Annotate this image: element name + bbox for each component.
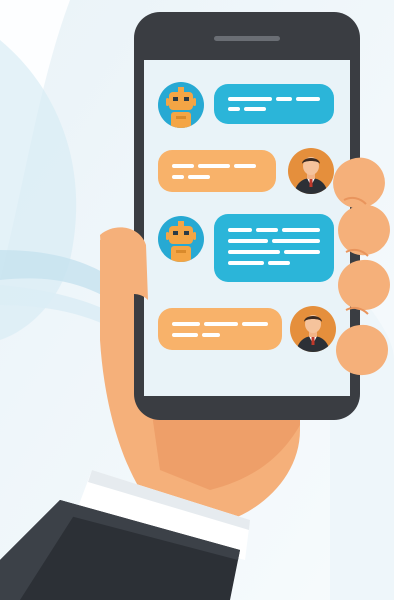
fingers <box>333 157 390 376</box>
illustration <box>0 0 394 600</box>
hand-fingers <box>100 157 390 376</box>
thumb <box>100 227 148 300</box>
